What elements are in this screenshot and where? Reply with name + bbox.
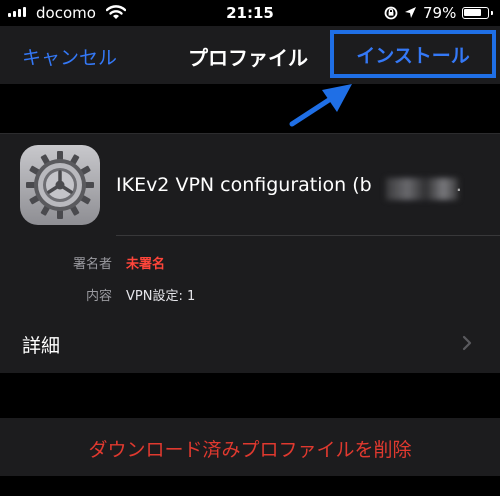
details-row[interactable]: 詳細 bbox=[0, 313, 500, 373]
install-button-label: インストール bbox=[356, 44, 470, 67]
annotation-arrow-icon bbox=[289, 84, 352, 127]
navigation-bar: キャンセル プロファイル インストール bbox=[0, 26, 500, 84]
details-label: 詳細 bbox=[22, 335, 61, 357]
profile-card: IKEv2 VPN configuration (b. 署名者 未署名 内容 V… bbox=[0, 133, 500, 314]
signer-label: 署名者 bbox=[72, 257, 112, 272]
delete-profile-button[interactable]: ダウンロード済みプロファイルを削除 bbox=[0, 418, 500, 476]
delete-profile-label: ダウンロード済みプロファイルを削除 bbox=[88, 439, 412, 461]
status-bar: docomo 21:15 79% bbox=[0, 0, 500, 26]
redacted-text bbox=[386, 178, 458, 200]
settings-gear-icon bbox=[20, 145, 100, 225]
signer-value: 未署名 bbox=[126, 257, 166, 272]
chevron-right-icon bbox=[462, 335, 472, 351]
divider bbox=[116, 235, 500, 236]
battery-icon bbox=[462, 7, 493, 19]
location-arrow-icon bbox=[405, 7, 416, 18]
install-button[interactable]: インストール bbox=[330, 30, 496, 78]
battery-percent: 79% bbox=[423, 4, 457, 22]
contents-label: 内容 bbox=[85, 289, 112, 304]
rotation-lock-icon bbox=[384, 6, 398, 20]
cancel-button[interactable]: キャンセル bbox=[22, 43, 117, 70]
contents-value: VPN設定: 1 bbox=[126, 289, 196, 304]
page-title: プロファイル bbox=[188, 46, 308, 70]
